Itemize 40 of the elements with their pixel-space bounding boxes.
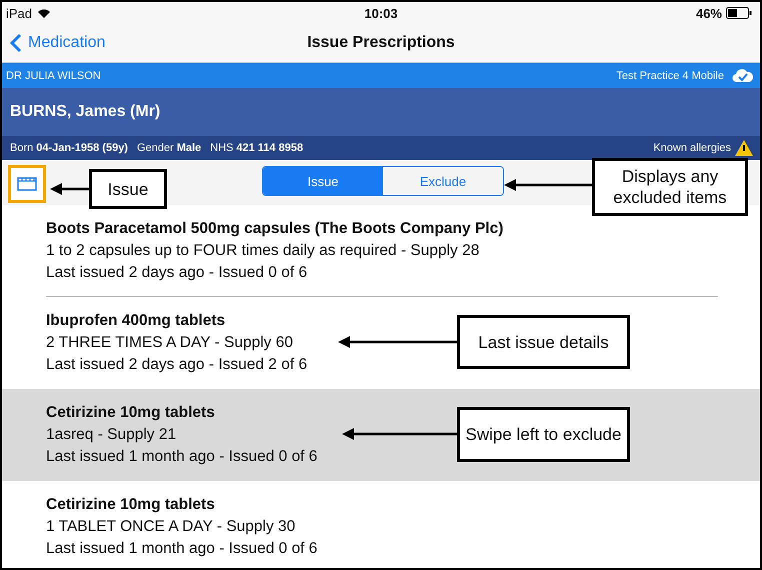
dosage-text: 2 THREE TIMES A DAY - Supply 60 — [46, 334, 293, 352]
callout-label: Issue — [89, 169, 167, 209]
back-button[interactable]: Medication — [2, 33, 114, 53]
battery-percent: 46% — [696, 6, 722, 20]
last-issued-text: Last issued 2 days ago - Issued 2 of 6 — [46, 356, 308, 374]
clinician-name: DR JULIA WILSON — [6, 70, 101, 82]
nhs-label: NHS — [210, 142, 234, 154]
chevron-left-icon — [10, 33, 22, 53]
last-issued-text: Last issued 2 days ago - Issued 0 of 6 — [46, 264, 308, 282]
drug-name: Cetirizine 10mg tablets — [46, 496, 215, 514]
drug-name: Ibuprofen 400mg tablets — [46, 312, 226, 330]
dosage-text: 1 to 2 capsules up to FOUR times daily as required - Supply 28 — [46, 242, 480, 260]
screen-title: Issue Prescriptions — [307, 34, 455, 52]
segment-tab[interactable]: Issue — [263, 167, 383, 195]
birth-date: 04-Jan-1958 (59y) — [36, 142, 128, 154]
last-issued-text: Last issued 1 month ago - Issued 0 of 6 — [46, 540, 318, 558]
battery-icon — [726, 7, 752, 19]
warning-icon — [734, 139, 754, 157]
practice-name: Test Practice 4 Mobile — [616, 70, 724, 82]
last-issued-text: Last issued 1 month ago - Issued 0 of 6 — [46, 448, 318, 466]
calendar-icon — [17, 176, 37, 192]
dosage-text: 1 TABLET ONCE A DAY - Supply 30 — [46, 518, 296, 536]
born-label: Born — [10, 142, 34, 154]
callout-arrow — [50, 183, 89, 195]
clock-time: 10:03 — [364, 6, 398, 20]
wifi-icon — [36, 7, 52, 19]
drug-name: Cetirizine 10mg tablets — [46, 404, 215, 422]
callout-label: Last issue details — [457, 315, 630, 369]
cloud-check-icon — [732, 68, 754, 83]
issue-button[interactable] — [8, 165, 46, 203]
allergies-label: Known allergies — [653, 142, 731, 154]
gender-label: Gender — [136, 142, 174, 154]
dosage-text: 1asreq - Supply 21 — [46, 426, 176, 444]
callout-label: Swipe left to exclude — [457, 407, 630, 462]
nhs-number: 421 114 8958 — [236, 142, 304, 154]
gender-value: Male — [176, 142, 202, 154]
drug-name: Boots Paracetamol 500mg capsules (The Boots Company Plc) — [46, 220, 504, 238]
device-name: iPad — [6, 6, 32, 20]
patient-name: BURNS, James (Mr) — [10, 103, 160, 121]
callout-label: Displays any excluded items — [592, 158, 748, 216]
